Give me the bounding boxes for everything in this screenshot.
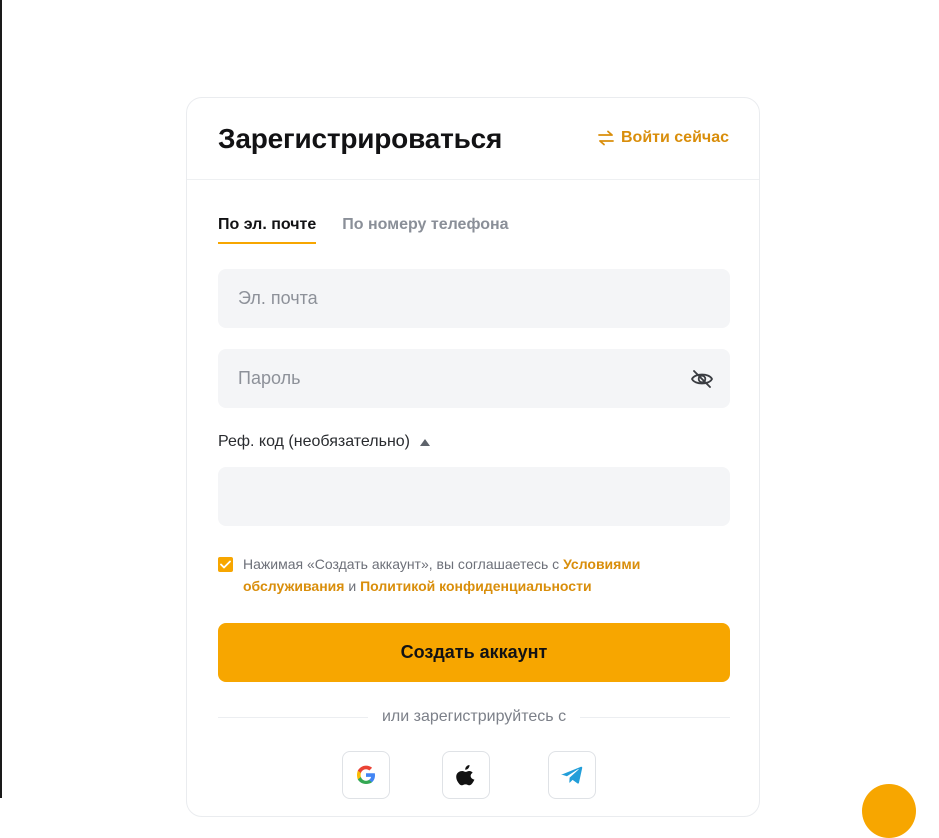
support-chat-button[interactable] — [862, 784, 916, 838]
signup-method-tabs: По эл. почте По номеру телефона — [218, 216, 509, 244]
eye-off-icon[interactable] — [690, 367, 714, 391]
apple-signup-button[interactable] — [442, 751, 490, 799]
terms-and: и — [344, 578, 361, 594]
password-field — [218, 349, 730, 408]
referral-code-input[interactable] — [218, 467, 730, 526]
tab-email[interactable]: По эл. почте — [218, 216, 317, 244]
login-now-label: Войти сейчас — [621, 129, 729, 146]
password-input[interactable] — [218, 349, 730, 408]
telegram-icon — [561, 766, 583, 784]
signup-card: Зарегистрироваться Войти сейчас По эл. п… — [186, 97, 760, 817]
terms-prefix: Нажимая «Создать аккаунт», вы соглашаете… — [243, 556, 564, 572]
referral-code-toggle[interactable]: Реф. код (необязательно) — [218, 433, 430, 451]
apple-icon — [456, 765, 475, 786]
swap-arrows-icon — [597, 130, 615, 146]
divider-line-right — [580, 716, 731, 718]
divider-line-left — [218, 716, 368, 718]
tab-phone[interactable]: По номеру телефона — [342, 216, 508, 244]
referral-code-field — [218, 467, 730, 526]
email-input[interactable] — [218, 269, 730, 328]
social-divider-text: или зарегистрируйтесь с — [381, 708, 567, 725]
card-header: Зарегистрироваться Войти сейчас — [187, 98, 759, 180]
telegram-signup-button[interactable] — [548, 751, 596, 799]
terms-agreement: Нажимая «Создать аккаунт», вы соглашаете… — [218, 553, 738, 597]
window-edge — [0, 0, 2, 798]
privacy-policy-link[interactable]: Политикой конфиденциальности — [360, 578, 592, 594]
email-field — [218, 269, 730, 328]
page-title: Зарегистрироваться — [218, 123, 503, 154]
checkmark-icon — [220, 560, 231, 569]
caret-up-icon — [420, 438, 430, 446]
google-icon — [357, 765, 375, 784]
social-divider: или зарегистрируйтесь с — [218, 708, 731, 726]
terms-text: Нажимая «Создать аккаунт», вы соглашаете… — [243, 553, 738, 597]
login-now-link[interactable]: Войти сейчас — [597, 129, 729, 147]
referral-code-label: Реф. код (необязательно) — [218, 433, 410, 450]
create-account-button[interactable]: Создать аккаунт — [218, 623, 730, 682]
google-signup-button[interactable] — [342, 751, 390, 799]
terms-checkbox[interactable] — [218, 557, 233, 572]
